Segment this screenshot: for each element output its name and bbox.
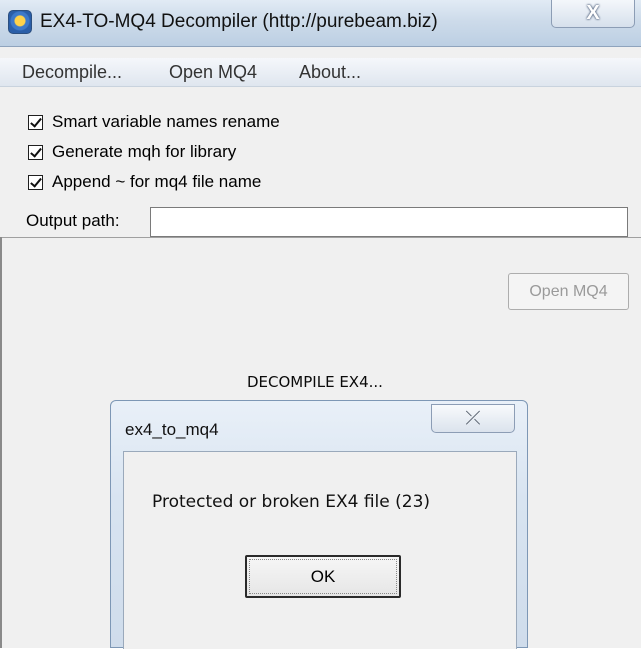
smart-rename-checkbox[interactable] bbox=[28, 114, 43, 130]
menu-item-open-mq4[interactable]: Open MQ4 bbox=[169, 62, 257, 83]
generate-mqh-checkbox[interactable] bbox=[28, 144, 43, 160]
output-path-input[interactable] bbox=[150, 207, 628, 237]
close-button[interactable]: X bbox=[551, 0, 635, 28]
menu-item-about[interactable]: About... bbox=[299, 62, 361, 83]
append-tilde-checkbox[interactable] bbox=[28, 174, 43, 190]
window-title: EX4-TO-MQ4 Decompiler (http://purebeam.b… bbox=[40, 11, 438, 32]
output-path-label: Output path: bbox=[26, 211, 120, 230]
dialog-close-button[interactable]: ⤫ bbox=[431, 404, 515, 433]
error-dialog: ex4_to_mq4 ⤫ Protected or broken EX4 fil… bbox=[110, 400, 528, 649]
status-text: DECOMPILE EX4... bbox=[247, 373, 383, 391]
menu-item-decompile[interactable]: Decompile... bbox=[22, 62, 122, 83]
append-tilde-option[interactable]: Append ~ for mq4 file name bbox=[28, 171, 261, 193]
dialog-message: Protected or broken EX4 file (23) bbox=[152, 492, 431, 512]
title-bar[interactable]: EX4-TO-MQ4 Decompiler (http://purebeam.b… bbox=[0, 0, 641, 47]
smart-rename-option[interactable]: Smart variable names rename bbox=[28, 111, 280, 133]
generate-mqh-option[interactable]: Generate mqh for library bbox=[28, 141, 236, 163]
open-mq4-button[interactable]: Open MQ4 bbox=[508, 273, 629, 310]
app-icon[interactable] bbox=[8, 10, 32, 34]
dialog-title: ex4_to_mq4 bbox=[125, 420, 219, 439]
append-tilde-label: Append ~ for mq4 file name bbox=[52, 172, 262, 191]
window-left-border bbox=[0, 237, 2, 648]
dialog-body: Protected or broken EX4 file (23) OK bbox=[123, 451, 517, 649]
ok-button[interactable]: OK bbox=[245, 555, 401, 598]
ok-button-label: OK bbox=[310, 566, 336, 586]
generate-mqh-label: Generate mqh for library bbox=[52, 142, 237, 161]
options-panel: Smart variable names rename Generate mqh… bbox=[0, 87, 641, 238]
smart-rename-label: Smart variable names rename bbox=[52, 112, 280, 131]
menu-bar: Decompile... Open MQ4 About... bbox=[0, 58, 641, 87]
